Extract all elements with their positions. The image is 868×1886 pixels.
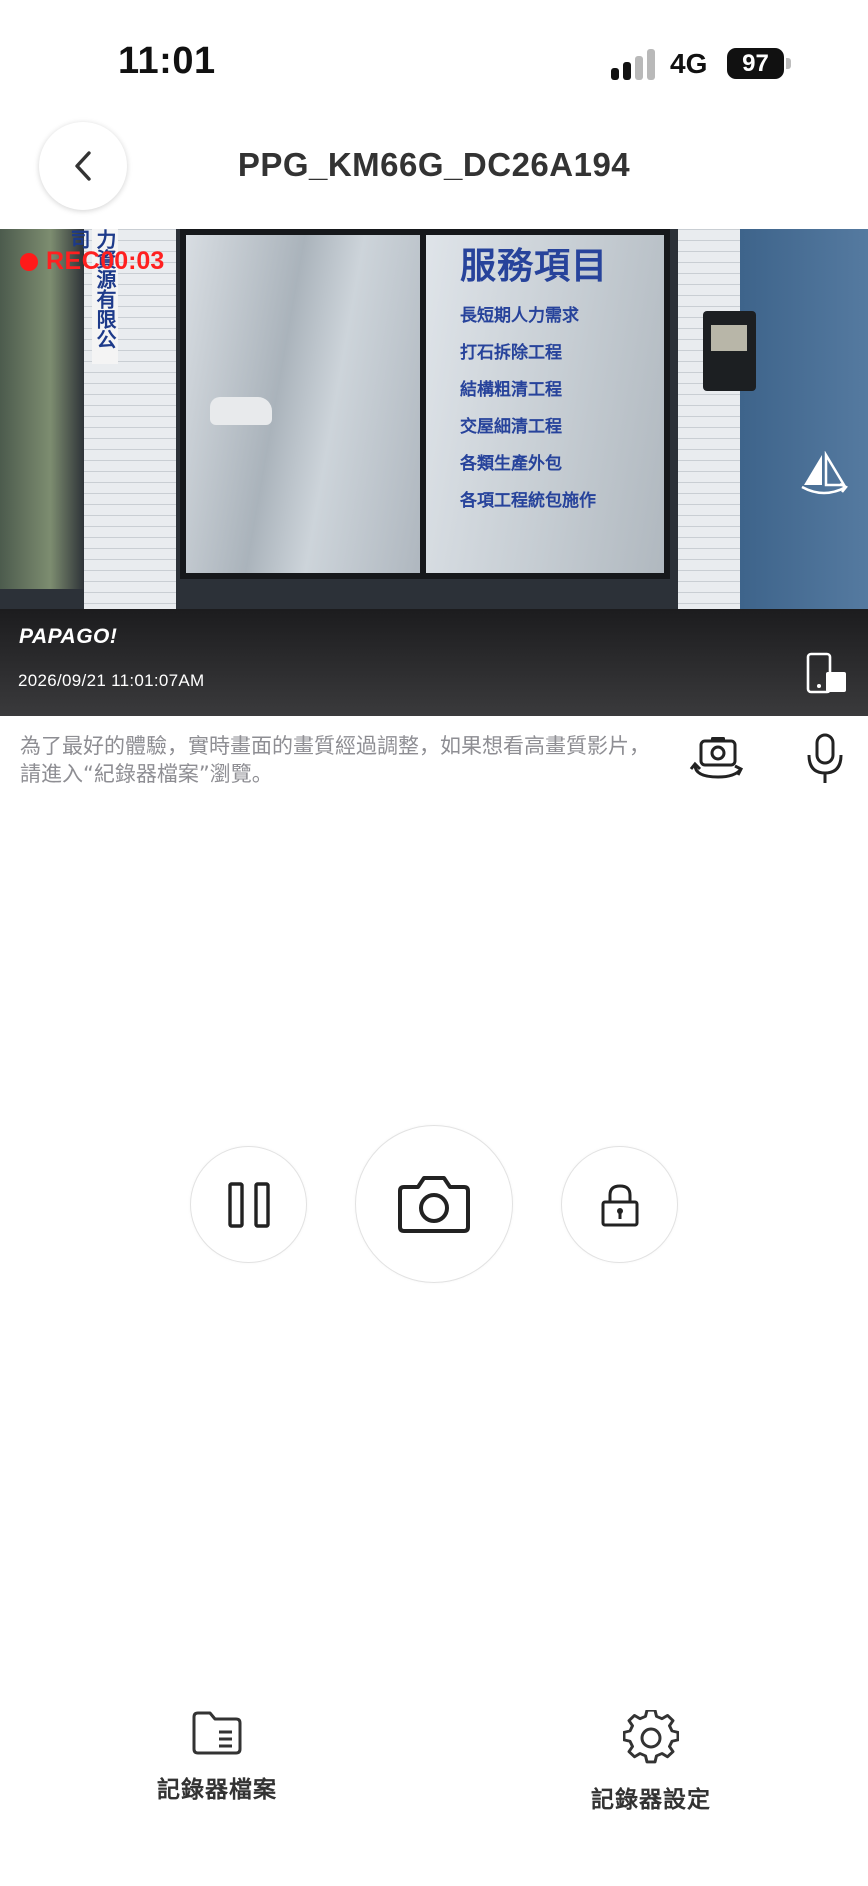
scene-car — [210, 397, 272, 425]
pause-icon — [227, 1181, 270, 1228]
screen-rotate-icon[interactable] — [800, 649, 852, 699]
flip-icon[interactable] — [794, 449, 854, 499]
scene-sign-item: 長短期人力需求 — [460, 306, 579, 326]
scene-floor — [0, 609, 868, 716]
live-video-view[interactable]: 力資源有限公司 服務項目 長短期人力需求 打石拆除工程 結構粗清工程 交屋細清工… — [0, 229, 868, 716]
battery-icon: 97 — [727, 48, 784, 79]
scene-sign-title: 服務項目 — [460, 246, 609, 287]
microphone-button[interactable] — [800, 730, 850, 786]
nav-recorder-settings[interactable]: 記錄器設定 — [551, 1710, 751, 1814]
folder-icon — [192, 1711, 242, 1755]
scene-service-sign: 服務項目 長短期人力需求 打石拆除工程 結構粗清工程 交屋細清工程 各類生產外包… — [460, 237, 660, 511]
rec-label: REC — [46, 247, 101, 275]
camera-switch-icon — [689, 737, 744, 779]
pause-button[interactable] — [190, 1146, 307, 1263]
scene-sign-item: 打石拆除工程 — [460, 343, 562, 363]
scene-sign-item: 交屋細清工程 — [460, 417, 562, 437]
camera-icon — [398, 1176, 470, 1233]
lock-icon — [601, 1183, 638, 1226]
scene-tiled-pillar — [678, 229, 740, 669]
lock-button[interactable] — [561, 1146, 678, 1263]
recording-indicator: REC 00:03 — [20, 247, 164, 276]
video-timestamp: 2026/09/21 11:01:07AM — [18, 671, 205, 690]
quality-notice: 為了最好的體驗，實時畫面的畫質經過調整，如果想看高畫質影片，請進入“紀錄器檔案”… — [20, 734, 650, 786]
scene-sign-item: 各類生產外包 — [460, 454, 562, 474]
brand-watermark: PAPAGO! — [19, 625, 118, 648]
nav-recorder-files[interactable]: 記錄器檔案 — [117, 1710, 317, 1804]
signal-icon — [611, 48, 657, 80]
page-title: PPG_KM66G_DC26A194 — [237, 146, 631, 183]
switch-camera-button[interactable] — [688, 730, 748, 786]
rec-timer: 00:03 — [100, 247, 165, 275]
scene-blue-wall — [730, 229, 868, 649]
scene-wall-box — [703, 311, 756, 391]
microphone-icon — [807, 733, 843, 783]
battery-tip — [786, 58, 791, 69]
gear-icon — [623, 1710, 679, 1764]
scene-shop-interior — [0, 229, 84, 589]
status-bar: 11:01 4G 97 — [0, 0, 868, 120]
record-dot-icon — [20, 252, 38, 271]
nav-recorder-files-label: 記錄器檔案 — [157, 1777, 277, 1803]
nav-recorder-settings-label: 記錄器設定 — [591, 1787, 711, 1813]
scene-sign-item: 各項工程統包施作 — [460, 491, 596, 511]
scene-sign-item: 結構粗清工程 — [460, 380, 562, 400]
snapshot-button[interactable] — [355, 1125, 513, 1283]
network-type: 4G — [670, 48, 708, 79]
status-time: 11:01 — [118, 40, 216, 82]
